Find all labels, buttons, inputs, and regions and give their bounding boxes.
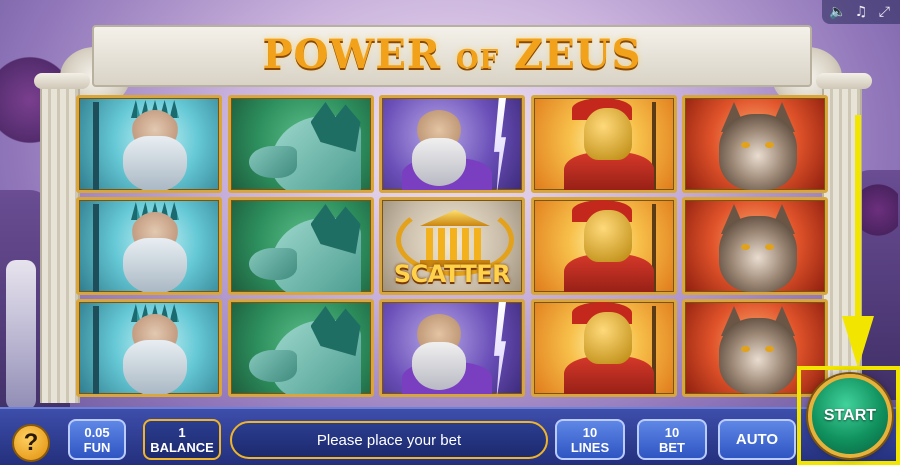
reel-grid: SCATTER xyxy=(76,95,828,397)
highlight-arrow-shaft xyxy=(855,115,861,320)
music-icon[interactable]: ♫ xyxy=(852,3,870,21)
balance-box: 1 BALANCE xyxy=(143,419,221,460)
status-message: Please place your bet xyxy=(230,421,548,459)
symbol-wolf xyxy=(682,95,828,193)
balance-value: 1 xyxy=(178,424,186,440)
game-title: POWER OF ZEUS xyxy=(94,31,810,78)
title-banner: POWER OF ZEUS xyxy=(92,25,812,87)
bottom-bar: ? 0.05 FUN 1 BALANCE Please place your b… xyxy=(0,407,900,465)
help-button[interactable]: ? xyxy=(12,424,50,462)
symbol-poseidon xyxy=(76,299,222,397)
lines-label: LINES xyxy=(570,439,610,455)
bet-selector[interactable]: 10 BET xyxy=(637,419,707,460)
symbol-horse xyxy=(227,299,374,397)
fun-label: FUN xyxy=(83,439,111,455)
title-word: ZEUS xyxy=(514,31,642,78)
symbol-poseidon xyxy=(76,95,222,193)
title-word: OF xyxy=(456,45,500,75)
symbol-scatter: SCATTER xyxy=(379,197,525,295)
symbol-horse xyxy=(227,95,374,193)
scatter-label: SCATTER xyxy=(393,260,511,288)
symbol-spartan xyxy=(530,299,677,397)
symbol-spartan xyxy=(530,197,677,295)
fun-value: 0.05 xyxy=(84,424,110,440)
symbol-spartan xyxy=(530,95,677,193)
symbol-wolf xyxy=(682,197,828,295)
auto-button[interactable]: AUTO xyxy=(718,419,796,460)
symbol-poseidon xyxy=(76,197,222,295)
top-controls: 🔈 ♫ ⤢ xyxy=(822,0,900,24)
left-column xyxy=(34,73,90,403)
title-word: POWER xyxy=(262,31,442,78)
bet-label: BET xyxy=(659,439,685,455)
fullscreen-icon[interactable]: ⤢ xyxy=(875,3,893,21)
lines-value: 10 xyxy=(582,424,598,440)
lines-selector[interactable]: 10 LINES xyxy=(555,419,625,460)
volume-icon[interactable]: 🔈 xyxy=(829,3,847,21)
tree-decoration xyxy=(858,180,898,240)
balance-label: BALANCE xyxy=(150,439,214,455)
symbol-zeus xyxy=(379,95,525,193)
symbol-horse xyxy=(227,197,374,295)
symbol-zeus xyxy=(379,299,525,397)
start-button[interactable]: START xyxy=(808,374,892,458)
fun-value-box: 0.05 FUN xyxy=(68,419,126,460)
bet-value: 10 xyxy=(664,424,680,440)
waterfall-decoration xyxy=(6,260,36,410)
